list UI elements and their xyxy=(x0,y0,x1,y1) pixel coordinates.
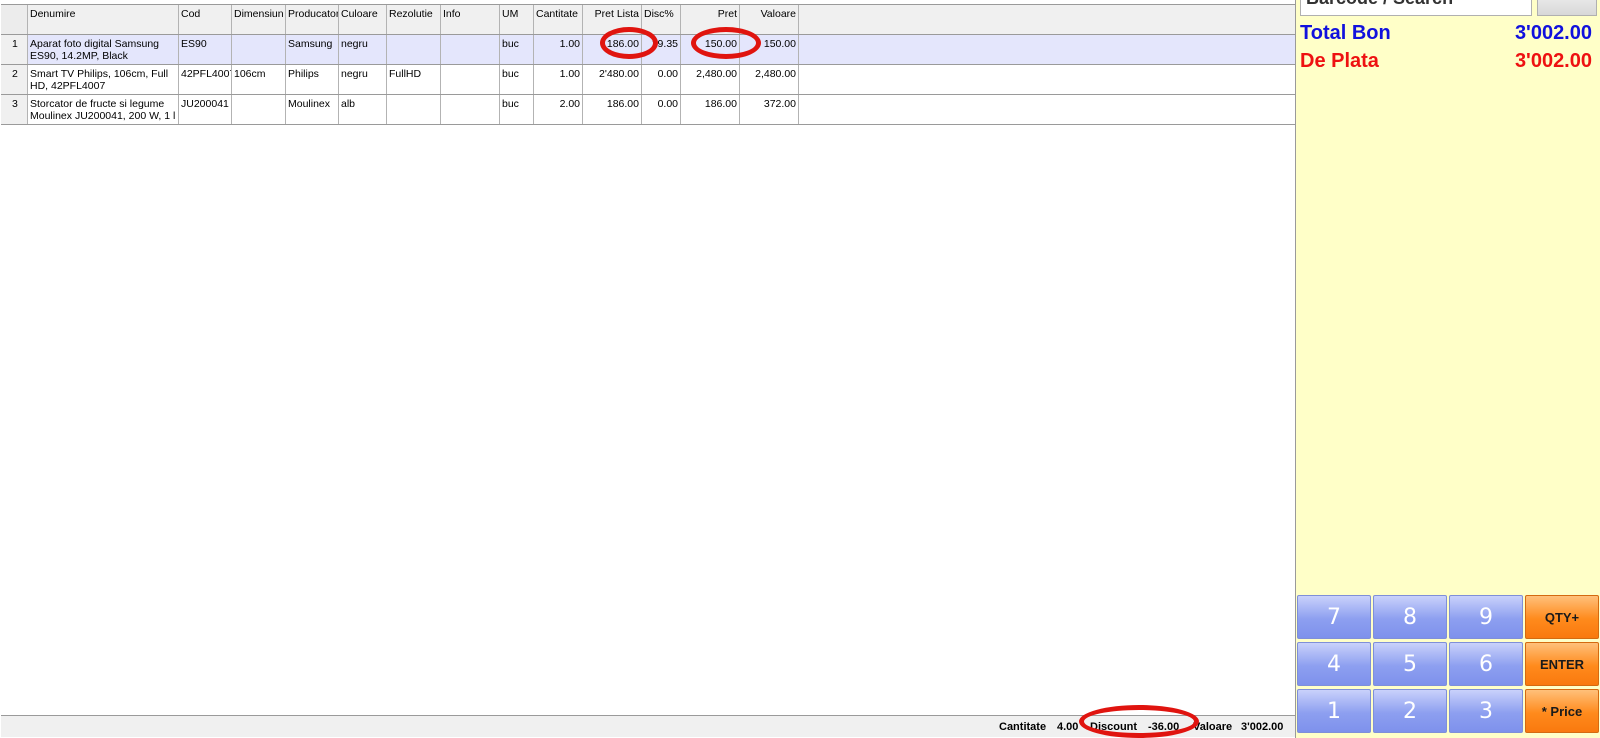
cell-cod[interactable]: ES90 xyxy=(179,35,232,64)
cell-info[interactable] xyxy=(441,65,500,94)
table-row[interactable]: 1 Aparat foto digital Samsung ES90, 14.2… xyxy=(1,35,1295,65)
cell-denumire[interactable]: Storcator de fructe si legume Moulinex J… xyxy=(28,95,179,124)
header-info[interactable]: Info xyxy=(441,5,500,34)
key-3[interactable]: 3 xyxy=(1449,689,1523,733)
qty-plus-button[interactable]: QTY+ xyxy=(1525,595,1599,639)
row-number: 2 xyxy=(1,65,28,94)
total-bon-row: Total Bon 3'002.00 xyxy=(1300,22,1592,48)
price-button[interactable]: * Price xyxy=(1525,689,1599,733)
grid-header: Denumire Cod Dimensiun Producator Culoar… xyxy=(1,4,1295,35)
key-7[interactable]: 7 xyxy=(1297,595,1371,639)
header-cod[interactable]: Cod xyxy=(179,5,232,34)
footer-discount-value: -36.00 xyxy=(1148,721,1180,733)
cell-cod[interactable]: JU200041 xyxy=(179,95,232,124)
de-plata-value: 3'002.00 xyxy=(1514,50,1592,72)
header-dimensiune[interactable]: Dimensiun xyxy=(232,5,286,34)
table-row[interactable]: 2 Smart TV Philips, 106cm, Full HD, 42PF… xyxy=(1,65,1295,95)
cell-valoare[interactable]: 150.00 xyxy=(740,35,799,64)
header-producator[interactable]: Producator xyxy=(286,5,339,34)
header-row-number xyxy=(1,5,28,34)
key-9[interactable]: 9 xyxy=(1449,595,1523,639)
key-2[interactable]: 2 xyxy=(1373,689,1447,733)
cell-cantitate[interactable]: 2.00 xyxy=(534,95,583,124)
key-8[interactable]: 8 xyxy=(1373,595,1447,639)
header-disc[interactable]: Disc% xyxy=(642,5,681,34)
cell-cantitate[interactable]: 1.00 xyxy=(534,35,583,64)
cell-valoare[interactable]: 2,480.00 xyxy=(740,65,799,94)
footer-cantitate-label: Cantitate xyxy=(999,721,1047,733)
cell-pret-lista[interactable]: 186.00 xyxy=(583,95,642,124)
cell-culoare[interactable]: negru xyxy=(339,35,387,64)
de-plata-row: De Plata 3'002.00 xyxy=(1300,50,1592,76)
cell-pret[interactable]: 186.00 xyxy=(681,95,740,124)
header-denumire[interactable]: Denumire xyxy=(28,5,179,34)
barcode-search-input[interactable]: Barcode / Search xyxy=(1300,0,1532,16)
header-cantitate[interactable]: Cantitate xyxy=(534,5,583,34)
cell-disc[interactable]: 0.00 xyxy=(642,95,681,124)
cell-info[interactable] xyxy=(441,95,500,124)
cell-pret-lista[interactable]: 186.00 xyxy=(583,35,642,64)
footer-valoare-value: 3'002.00 xyxy=(1241,721,1284,733)
cell-dimensiune[interactable]: 106cm xyxy=(232,65,286,94)
cell-um[interactable]: buc xyxy=(500,35,534,64)
enter-button[interactable]: ENTER xyxy=(1525,642,1599,686)
header-um[interactable]: UM xyxy=(500,5,534,34)
search-button[interactable] xyxy=(1537,0,1597,16)
cell-disc[interactable]: 19.35 xyxy=(642,35,681,64)
row-filler xyxy=(799,95,1295,124)
cell-info[interactable] xyxy=(441,35,500,64)
cell-pret[interactable]: 150.00 xyxy=(681,35,740,64)
cell-pret-lista[interactable]: 2'480.00 xyxy=(583,65,642,94)
cell-denumire[interactable]: Aparat foto digital Samsung ES90, 14.2MP… xyxy=(28,35,179,64)
key-5[interactable]: 5 xyxy=(1373,642,1447,686)
row-filler xyxy=(799,35,1295,64)
header-pret[interactable]: Pret xyxy=(681,5,740,34)
key-1[interactable]: 1 xyxy=(1297,689,1371,733)
key-4[interactable]: 4 xyxy=(1297,642,1371,686)
cell-valoare[interactable]: 372.00 xyxy=(740,95,799,124)
cell-rezolutie[interactable] xyxy=(387,95,441,124)
row-number: 1 xyxy=(1,35,28,64)
cell-denumire[interactable]: Smart TV Philips, 106cm, Full HD, 42PFL4… xyxy=(28,65,179,94)
row-number: 3 xyxy=(1,95,28,124)
cell-um[interactable]: buc xyxy=(500,65,534,94)
cell-rezolutie[interactable]: FullHD xyxy=(387,65,441,94)
cell-cod[interactable]: 42PFL4007 xyxy=(179,65,232,94)
cell-producator[interactable]: Samsung xyxy=(286,35,339,64)
cell-um[interactable]: buc xyxy=(500,95,534,124)
key-6[interactable]: 6 xyxy=(1449,642,1523,686)
cell-disc[interactable]: 0.00 xyxy=(642,65,681,94)
cell-producator[interactable]: Philips xyxy=(286,65,339,94)
totals-footer: Cantitate 4.00 Discount -36.00 Valoare 3… xyxy=(1,715,1295,737)
header-valoare[interactable]: Valoare xyxy=(740,5,799,34)
header-filler xyxy=(799,5,1295,34)
items-grid-panel: Denumire Cod Dimensiun Producator Culoar… xyxy=(0,0,1296,738)
footer-cantitate-value: 4.00 xyxy=(1057,721,1079,733)
cell-dimensiune[interactable] xyxy=(232,95,286,124)
cell-cantitate[interactable]: 1.00 xyxy=(534,65,583,94)
cell-dimensiune[interactable] xyxy=(232,35,286,64)
footer-discount-label: Discount xyxy=(1090,721,1138,733)
cell-pret[interactable]: 2,480.00 xyxy=(681,65,740,94)
header-rezolutie[interactable]: Rezolutie xyxy=(387,5,441,34)
cell-producator[interactable]: Moulinex xyxy=(286,95,339,124)
header-pret-lista[interactable]: Pret Lista xyxy=(583,5,642,34)
table-row[interactable]: 3 Storcator de fructe si legume Moulinex… xyxy=(1,95,1295,125)
totals-panel: Barcode / Search Total Bon 3'002.00 De P… xyxy=(1296,0,1600,738)
footer-valoare-label: Valoare xyxy=(1193,721,1233,733)
total-bon-value: 3'002.00 xyxy=(1514,22,1592,44)
header-culoare[interactable]: Culoare xyxy=(339,5,387,34)
cell-rezolutie[interactable] xyxy=(387,35,441,64)
items-grid: Denumire Cod Dimensiun Producator Culoar… xyxy=(1,4,1295,125)
total-bon-label: Total Bon xyxy=(1300,22,1391,44)
cell-culoare[interactable]: alb xyxy=(339,95,387,124)
cell-culoare[interactable]: negru xyxy=(339,65,387,94)
de-plata-label: De Plata xyxy=(1300,50,1379,72)
row-filler xyxy=(799,65,1295,94)
